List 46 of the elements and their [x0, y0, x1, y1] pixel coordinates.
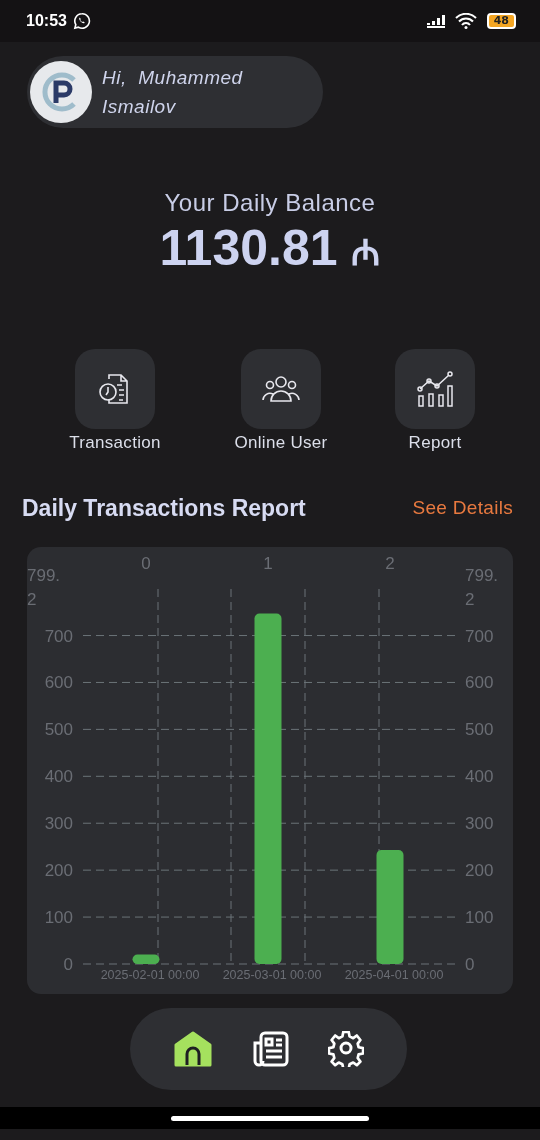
axis-label: 200 — [44, 861, 73, 881]
axis-label: 0 — [141, 554, 151, 573]
axis-label: 200 — [465, 861, 494, 881]
action-button[interactable] — [75, 349, 155, 429]
axis-label: 2025-04-01 00:00 — [344, 968, 444, 982]
battery-indicator: 48 — [486, 13, 516, 29]
axis-label: 2025-02-01 00:00 — [100, 968, 200, 982]
chart-icon — [415, 370, 455, 408]
axis-label: 500 — [44, 720, 73, 740]
axis-label: 400 — [465, 767, 494, 787]
action-label: Report — [408, 433, 462, 453]
axis-label: 500 — [465, 720, 494, 740]
axis-label: 799.2 — [27, 566, 61, 609]
axis-label: 700 — [44, 626, 73, 646]
axis-label: 600 — [44, 673, 73, 693]
logo-icon — [30, 61, 92, 123]
chart-bar — [132, 954, 160, 964]
axis-label: 0 — [63, 955, 73, 974]
balance-amount: 1130.81 ₼ — [158, 219, 382, 278]
axis-label: 100 — [465, 908, 494, 928]
axis-label: 400 — [44, 767, 73, 787]
axis-label: 799.2 — [465, 566, 499, 609]
axis-label: 0 — [465, 955, 475, 974]
nav-button[interactable] — [173, 1031, 212, 1067]
action-label: Transaction — [69, 433, 161, 453]
chat-app-icon — [72, 12, 91, 30]
see-details-link[interactable]: See Details — [412, 497, 513, 519]
section-title: Daily Transactions Report — [22, 494, 306, 522]
axis-label: 700 — [465, 626, 494, 646]
axis-label: 100 — [44, 908, 73, 928]
status-time: 10:53 — [26, 12, 67, 30]
axis-label: 300 — [465, 814, 494, 834]
wifi-icon — [454, 13, 477, 29]
action-label: Online User — [234, 433, 328, 453]
users-icon — [261, 374, 301, 404]
action-button[interactable] — [241, 349, 321, 429]
axis-label: 2025-03-01 00:00 — [222, 968, 322, 982]
axis-label: 2 — [385, 554, 395, 573]
greeting-text: Hi, Muhammed Ismailov — [102, 66, 244, 119]
home-icon — [173, 1031, 212, 1067]
axis-label: 600 — [465, 673, 494, 693]
axis-label: 300 — [44, 814, 73, 834]
axis-label: 1 — [263, 554, 273, 573]
action-button[interactable] — [395, 349, 475, 429]
balance-title: Your Daily Balance — [163, 188, 377, 218]
settings-icon — [327, 1031, 364, 1067]
